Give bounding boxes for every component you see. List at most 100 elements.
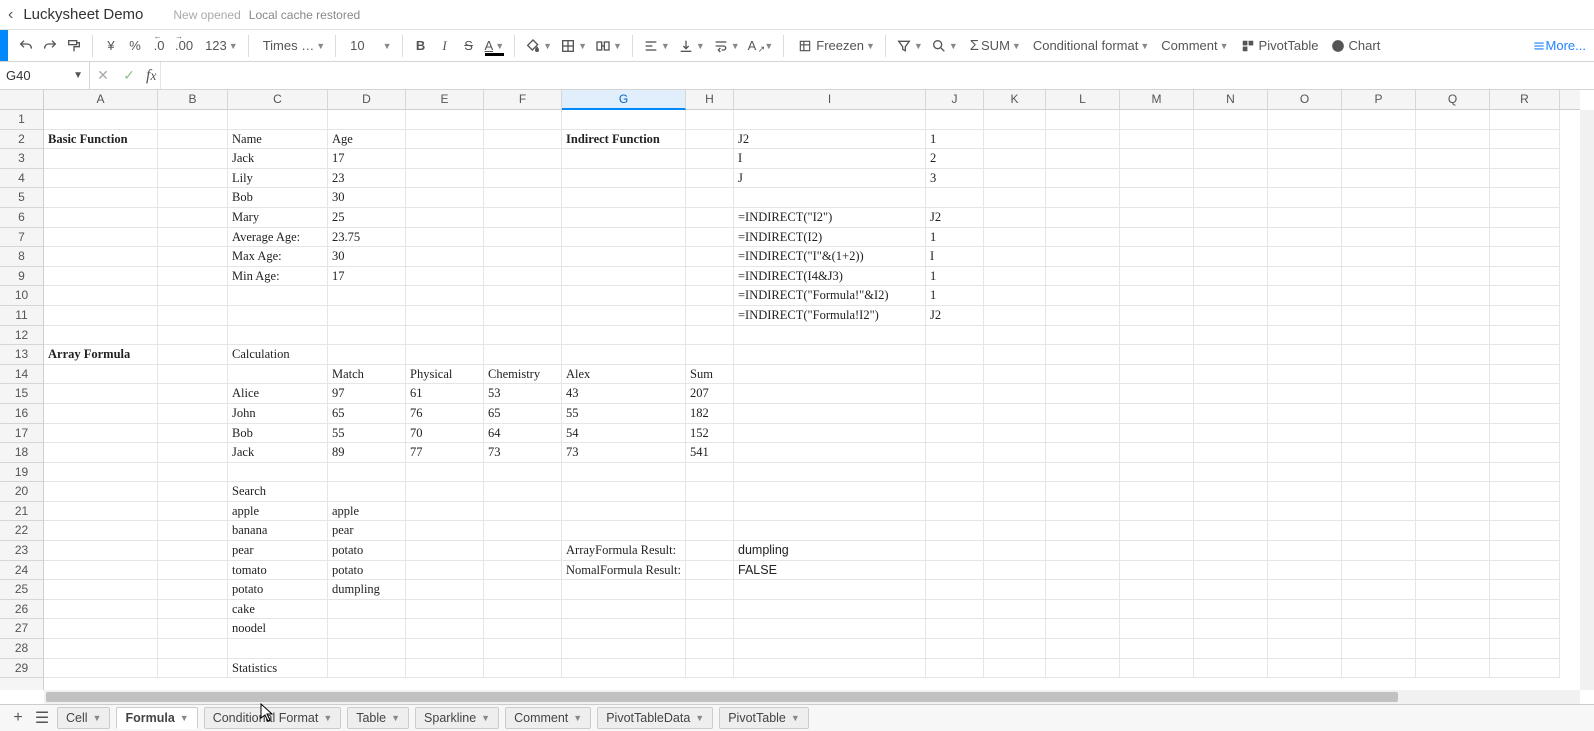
cell-P18[interactable]: [1342, 443, 1416, 463]
row-header-13[interactable]: 13: [0, 345, 43, 365]
cell-G9[interactable]: [562, 267, 686, 287]
cell-D7[interactable]: 23.75: [328, 228, 406, 248]
cell-B2[interactable]: [158, 130, 228, 150]
cell-C3[interactable]: Jack: [228, 149, 328, 169]
cell-F3[interactable]: [484, 149, 562, 169]
cell-M4[interactable]: [1120, 169, 1194, 189]
cell-E11[interactable]: [406, 306, 484, 326]
cell-G19[interactable]: [562, 463, 686, 483]
cell-M25[interactable]: [1120, 580, 1194, 600]
cell-H2[interactable]: [686, 130, 734, 150]
cell-J7[interactable]: 1: [926, 228, 984, 248]
cell-O23[interactable]: [1268, 541, 1342, 561]
cell-K14[interactable]: [984, 365, 1046, 385]
redo-button[interactable]: [38, 34, 62, 58]
cell-P29[interactable]: [1342, 659, 1416, 679]
cell-F27[interactable]: [484, 619, 562, 639]
cell-C29[interactable]: Statistics: [228, 659, 328, 679]
cell-F25[interactable]: [484, 580, 562, 600]
column-header-B[interactable]: B: [158, 90, 228, 109]
cell-D1[interactable]: [328, 110, 406, 130]
cell-M15[interactable]: [1120, 384, 1194, 404]
cell-H24[interactable]: [686, 561, 734, 581]
cell-P21[interactable]: [1342, 502, 1416, 522]
cell-K5[interactable]: [984, 188, 1046, 208]
cell-R22[interactable]: [1490, 521, 1560, 541]
cell-H22[interactable]: [686, 521, 734, 541]
cell-B1[interactable]: [158, 110, 228, 130]
column-header-N[interactable]: N: [1194, 90, 1268, 109]
cell-A13[interactable]: Array Formula: [44, 345, 158, 365]
cell-P6[interactable]: [1342, 208, 1416, 228]
cell-I13[interactable]: [734, 345, 926, 365]
cell-L11[interactable]: [1046, 306, 1120, 326]
cell-Q29[interactable]: [1416, 659, 1490, 679]
cell-L12[interactable]: [1046, 326, 1120, 346]
cell-J4[interactable]: 3: [926, 169, 984, 189]
cell-J13[interactable]: [926, 345, 984, 365]
cell-M6[interactable]: [1120, 208, 1194, 228]
cell-F2[interactable]: [484, 130, 562, 150]
cell-K26[interactable]: [984, 600, 1046, 620]
cell-N22[interactable]: [1194, 521, 1268, 541]
cell-H12[interactable]: [686, 326, 734, 346]
cell-L1[interactable]: [1046, 110, 1120, 130]
cell-A12[interactable]: [44, 326, 158, 346]
cell-Q8[interactable]: [1416, 247, 1490, 267]
cell-I29[interactable]: [734, 659, 926, 679]
cell-P19[interactable]: [1342, 463, 1416, 483]
column-header-J[interactable]: J: [926, 90, 984, 109]
sheet-tab-cell[interactable]: Cell▼: [57, 707, 110, 729]
cell-E8[interactable]: [406, 247, 484, 267]
cell-E24[interactable]: [406, 561, 484, 581]
cell-O7[interactable]: [1268, 228, 1342, 248]
cell-R29[interactable]: [1490, 659, 1560, 679]
cell-G7[interactable]: [562, 228, 686, 248]
cell-H19[interactable]: [686, 463, 734, 483]
cell-I8[interactable]: =INDIRECT("I"&(1+2)): [734, 247, 926, 267]
row-header-29[interactable]: 29: [0, 659, 43, 679]
cell-F28[interactable]: [484, 639, 562, 659]
border-button[interactable]: ▼: [556, 34, 591, 58]
h-align-button[interactable]: ▼: [639, 34, 674, 58]
cell-P25[interactable]: [1342, 580, 1416, 600]
cell-J2[interactable]: 1: [926, 130, 984, 150]
undo-button[interactable]: [14, 34, 38, 58]
cell-D14[interactable]: Match: [328, 365, 406, 385]
row-header-12[interactable]: 12: [0, 326, 43, 346]
cell-N23[interactable]: [1194, 541, 1268, 561]
cell-M7[interactable]: [1120, 228, 1194, 248]
cell-R25[interactable]: [1490, 580, 1560, 600]
cell-K17[interactable]: [984, 424, 1046, 444]
row-header-26[interactable]: 26: [0, 600, 43, 620]
cell-P4[interactable]: [1342, 169, 1416, 189]
cell-K12[interactable]: [984, 326, 1046, 346]
cell-B25[interactable]: [158, 580, 228, 600]
cell-J29[interactable]: [926, 659, 984, 679]
cell-D27[interactable]: [328, 619, 406, 639]
chart-button[interactable]: Chart: [1323, 34, 1385, 58]
cell-I26[interactable]: [734, 600, 926, 620]
cell-G29[interactable]: [562, 659, 686, 679]
cell-M28[interactable]: [1120, 639, 1194, 659]
cell-R6[interactable]: [1490, 208, 1560, 228]
row-header-10[interactable]: 10: [0, 286, 43, 306]
cell-H11[interactable]: [686, 306, 734, 326]
cell-D13[interactable]: [328, 345, 406, 365]
cell-B4[interactable]: [158, 169, 228, 189]
cell-D24[interactable]: potato: [328, 561, 406, 581]
cell-H25[interactable]: [686, 580, 734, 600]
formula-confirm-button[interactable]: ✓: [116, 67, 142, 84]
cell-O19[interactable]: [1268, 463, 1342, 483]
row-header-17[interactable]: 17: [0, 424, 43, 444]
cell-F26[interactable]: [484, 600, 562, 620]
row-header-9[interactable]: 9: [0, 267, 43, 287]
cell-H29[interactable]: [686, 659, 734, 679]
cell-G12[interactable]: [562, 326, 686, 346]
select-all-corner[interactable]: [0, 90, 44, 110]
cell-A27[interactable]: [44, 619, 158, 639]
cell-R19[interactable]: [1490, 463, 1560, 483]
cell-N19[interactable]: [1194, 463, 1268, 483]
cell-O24[interactable]: [1268, 561, 1342, 581]
cell-J9[interactable]: 1: [926, 267, 984, 287]
